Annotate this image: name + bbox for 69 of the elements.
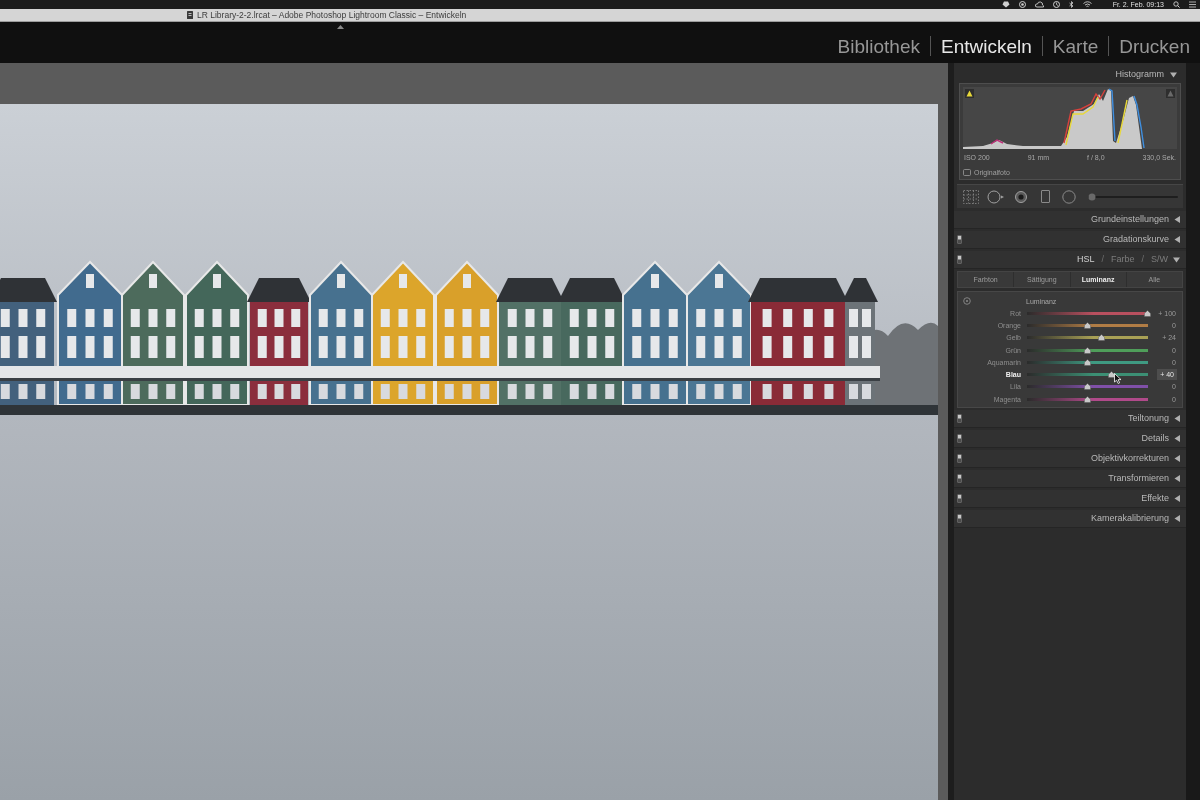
slider-thumb[interactable] [1083,321,1091,329]
panel-switch-icon[interactable] [957,454,962,464]
mode-separator: / [1101,255,1104,264]
slider-thumb[interactable] [1083,383,1091,391]
mouse-pointer-icon [1113,373,1122,385]
panel-title: Kamerakalibrierung [1090,514,1169,524]
target-adjustment-icon[interactable] [963,297,971,305]
panel-header[interactable]: Transformieren [954,470,1186,489]
left-triangle-icon[interactable] [1174,415,1180,423]
panel-switch-icon[interactable] [957,494,962,504]
left-triangle-icon[interactable] [1174,435,1180,443]
panel-switch-icon[interactable] [957,514,962,524]
left-triangle-icon[interactable] [1174,515,1180,523]
bluetooth-icon[interactable] [1068,1,1074,8]
panel-switch-icon[interactable] [957,235,962,244]
ring-dot-icon[interactable] [1015,190,1027,203]
slider-thumb[interactable] [1083,346,1091,354]
left-triangle-icon[interactable] [1174,475,1180,483]
slider-thumb[interactable] [1098,334,1105,342]
left-triangle-icon[interactable] [1174,236,1180,243]
panel-header[interactable]: Kamerakalibrierung [954,510,1186,529]
panel-title: Grundeinstellungen [1090,215,1169,224]
checkbox[interactable] [963,169,971,176]
panel-header[interactable]: Objektivkorrekturen [954,450,1186,469]
panel-title: Objektivkorrekturen [1090,454,1169,464]
crop-grid-icon[interactable] [963,189,979,204]
left-triangle-icon[interactable] [1174,455,1180,463]
rectangle-icon[interactable] [1041,190,1050,203]
circle-icon[interactable] [1018,1,1026,8]
panel-title: Effekte [1141,494,1169,504]
panel-switch-icon[interactable] [957,255,962,264]
panel-header[interactable]: Gradationskurve [954,231,1186,249]
down-triangle-icon[interactable] [1170,71,1177,78]
window-title: LR Library-2-2.lrcat – Adobe Photoshop Lightroom Classic – Entwickeln [197,10,467,20]
color-mode-link[interactable]: HSL [1076,255,1095,264]
panel-header[interactable]: Teiltonung [954,410,1186,429]
panel-header[interactable]: HSL / Farbe / S/W [954,251,1186,269]
mode-separator: / [1141,255,1144,264]
clock-icon[interactable] [1052,1,1060,8]
slider-thumb[interactable] [1083,395,1091,403]
left-triangle-icon[interactable] [1174,216,1180,223]
module-tab[interactable]: Bibliothek [837,36,920,56]
panel-header[interactable]: Effekte [954,490,1186,509]
panel-switch-icon[interactable] [957,414,962,424]
panel-title: Gradationskurve [1102,235,1169,244]
panel-header[interactable]: Details [954,430,1186,449]
slider-thumb[interactable] [1083,358,1091,366]
menu-icon[interactable] [1189,1,1196,8]
module-tab[interactable]: Entwickeln [941,36,1032,56]
circle-arrow-icon[interactable] [987,189,1005,204]
panel-title: Transformieren [1108,474,1169,484]
slider-icon[interactable] [1088,192,1178,201]
left-triangle-icon[interactable] [1174,495,1180,503]
slider-thumb[interactable] [1107,371,1115,379]
cloud-icon[interactable] [1034,1,1044,8]
panel-title: Teiltonung [1127,414,1169,424]
panel-title: Histogramm [1115,70,1164,79]
panel-header[interactable]: Grundeinstellungen [954,211,1186,229]
module-tab[interactable]: Drucken [1119,36,1190,56]
panel-title: Details [1141,434,1169,444]
warning-triangle-icon[interactable] [965,89,974,98]
slider-thumb[interactable] [1144,309,1151,317]
wifi-icon[interactable] [1082,1,1092,8]
search-icon[interactable] [1173,1,1180,8]
module-tab[interactable]: Karte [1052,36,1099,56]
panel-switch-icon[interactable] [957,474,962,484]
panel-switch-icon[interactable] [957,434,962,444]
down-triangle-icon[interactable] [1173,256,1180,263]
up-triangle-icon[interactable] [337,25,344,29]
